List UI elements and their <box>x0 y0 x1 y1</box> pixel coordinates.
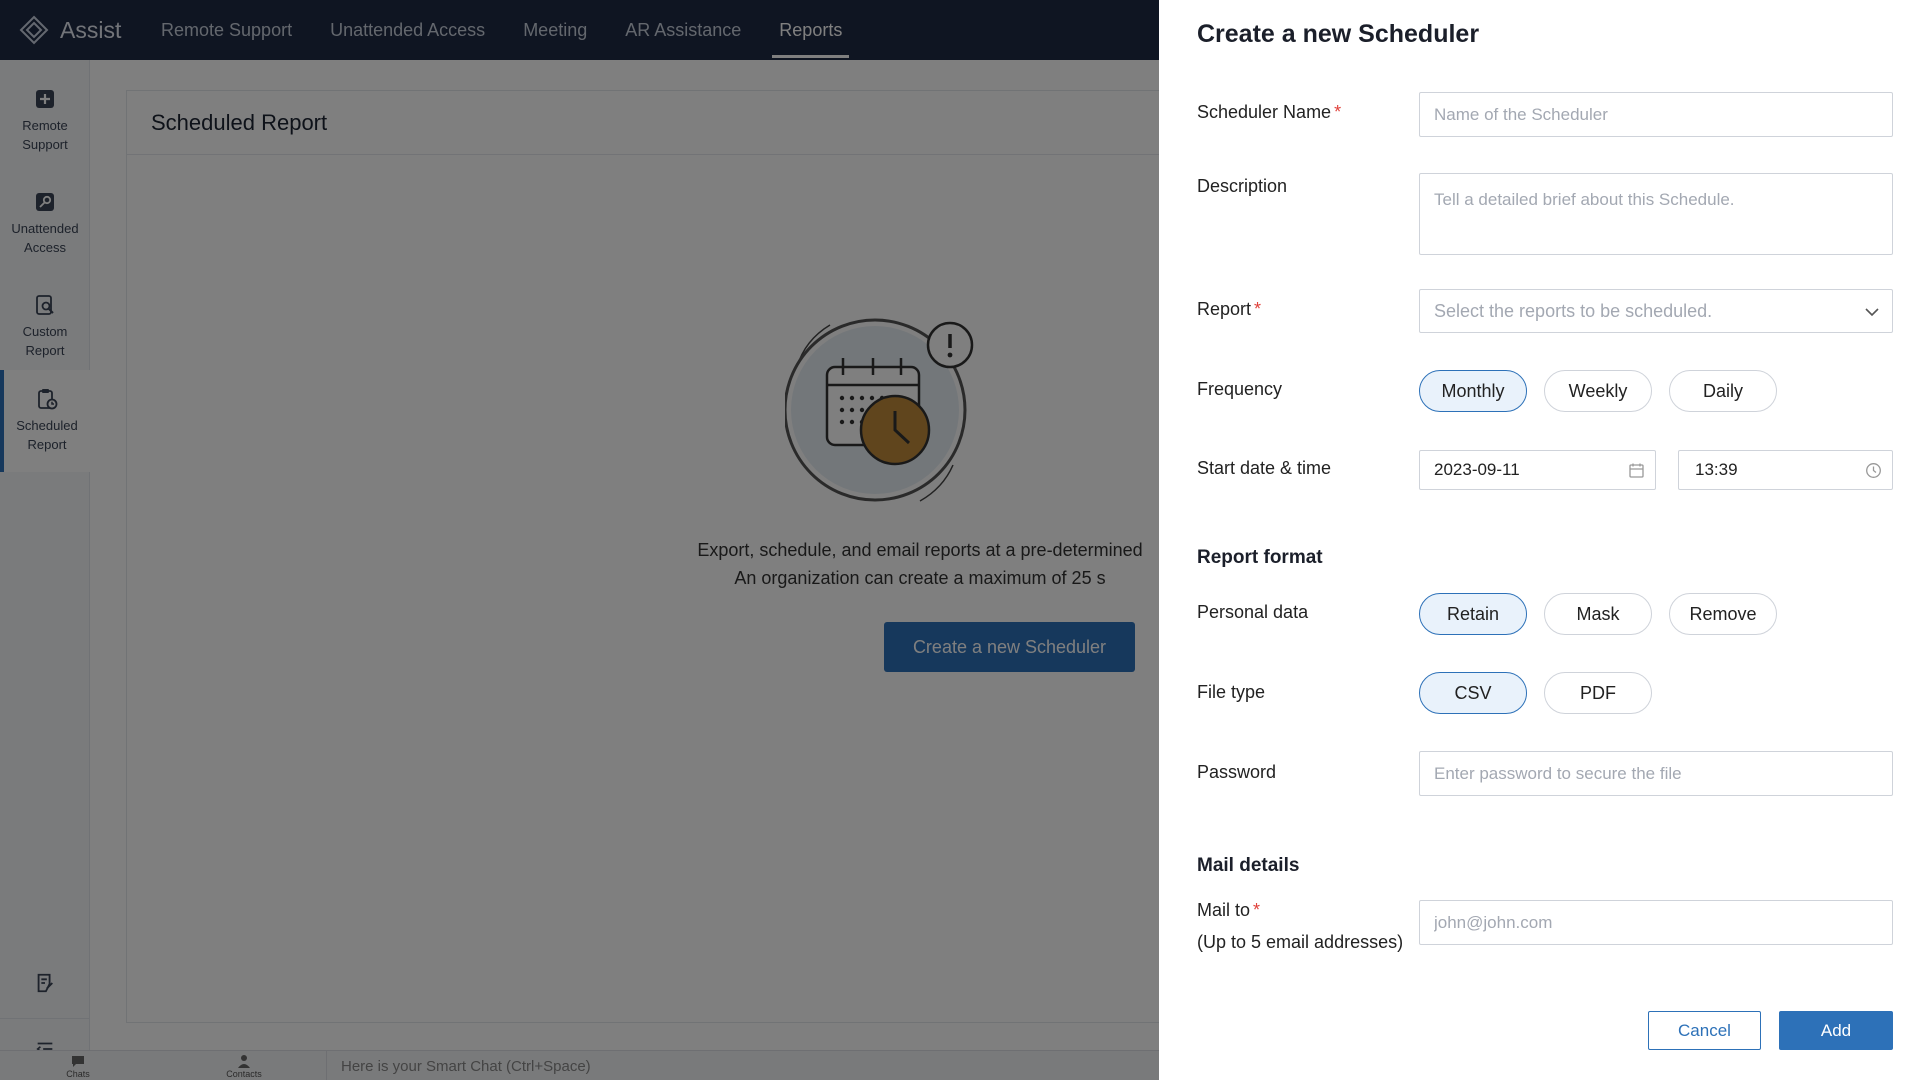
chevron-down-icon <box>1865 308 1879 317</box>
personal-data-option-mask[interactable]: Mask <box>1544 593 1652 635</box>
create-scheduler-drawer: Create a new Scheduler Scheduler Name* D… <box>1159 0 1920 1080</box>
report-label: Report * <box>1197 299 1262 319</box>
report-select-placeholder: Select the reports to be scheduled. <box>1434 300 1713 321</box>
frequency-option-monthly[interactable]: Monthly <box>1419 370 1527 412</box>
drawer-title: Create a new Scheduler <box>1197 20 1480 48</box>
description-label: Description <box>1197 176 1288 196</box>
cancel-button[interactable]: Cancel <box>1648 1011 1761 1050</box>
personal-data-option-retain[interactable]: Retain <box>1419 593 1527 635</box>
frequency-option-daily[interactable]: Daily <box>1669 370 1777 412</box>
start-date-input[interactable]: 2023-09-11 <box>1419 450 1656 490</box>
password-label: Password <box>1197 762 1277 782</box>
report-format-title: Report format <box>1197 547 1323 568</box>
calendar-icon <box>1629 463 1644 478</box>
mail-to-input[interactable] <box>1419 900 1893 945</box>
start-date-value: 2023-09-11 <box>1434 460 1520 479</box>
start-time-value: 13:39 <box>1695 460 1738 479</box>
frequency-label: Frequency <box>1197 379 1283 399</box>
file-type-option-csv[interactable]: CSV <box>1419 672 1527 714</box>
file-type-label: File type <box>1197 682 1266 702</box>
file-type-option-pdf[interactable]: PDF <box>1544 672 1652 714</box>
description-textarea[interactable] <box>1419 173 1893 255</box>
frequency-option-weekly[interactable]: Weekly <box>1544 370 1652 412</box>
add-button[interactable]: Add <box>1779 1011 1893 1050</box>
mail-to-label: Mail to * (Up to 5 email addresses) <box>1197 894 1403 958</box>
report-select[interactable]: Select the reports to be scheduled. <box>1419 289 1893 333</box>
scheduler-name-input[interactable] <box>1419 92 1893 137</box>
start-datetime-label: Start date & time <box>1197 458 1332 478</box>
clock-icon <box>1866 463 1881 478</box>
personal-data-option-remove[interactable]: Remove <box>1669 593 1777 635</box>
password-input[interactable] <box>1419 751 1893 796</box>
scheduler-name-label: Scheduler Name * <box>1197 102 1342 122</box>
modal-overlay[interactable] <box>0 0 1160 1080</box>
personal-data-label: Personal data <box>1197 602 1309 622</box>
start-time-input[interactable]: 13:39 <box>1678 450 1893 490</box>
mail-to-hint: (Up to 5 email addresses) <box>1197 932 1404 952</box>
mail-details-title: Mail details <box>1197 855 1300 876</box>
